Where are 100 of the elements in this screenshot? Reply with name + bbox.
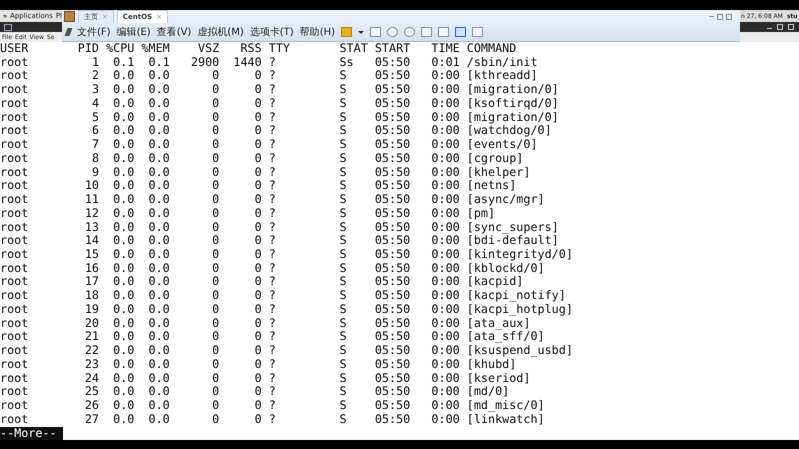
table-cell: 0 xyxy=(212,412,220,426)
table-cell: ? xyxy=(268,316,276,330)
table-cell: 1440 xyxy=(233,54,262,69)
column-header: PID xyxy=(78,41,100,55)
table-cell: 05:50 xyxy=(374,247,410,262)
table-cell: 0:00 xyxy=(431,288,460,302)
table-cell: 0 xyxy=(254,370,262,385)
table-cell: 0 xyxy=(254,123,262,138)
table-cell: 05:50 xyxy=(374,356,410,371)
table-cell: 0 xyxy=(212,137,220,152)
table-cell: 0 xyxy=(212,316,220,330)
table-cell: 6 xyxy=(92,123,100,138)
column-header: %MEM xyxy=(141,41,170,55)
table-cell: root xyxy=(0,356,28,371)
table-cell: 05:50 xyxy=(374,54,410,69)
table-cell: 25 xyxy=(84,384,100,398)
menu-item[interactable]: 帮助(H) xyxy=(300,25,336,39)
fullscreen-icon[interactable] xyxy=(455,27,466,37)
table-cell: 23 xyxy=(84,356,100,371)
table-cell: 0.0 xyxy=(113,288,134,302)
table-cell: 0 xyxy=(254,260,262,275)
table-cell: root xyxy=(0,274,28,288)
table-cell: 0 xyxy=(254,247,262,262)
table-cell: 16 xyxy=(84,260,100,275)
table-cell: root xyxy=(0,82,28,96)
table-cell: 0:00 xyxy=(431,192,460,206)
table-cell: S xyxy=(339,220,347,234)
table-cell: 0.0 xyxy=(113,274,134,288)
table-cell: 0:00 xyxy=(431,123,460,138)
table-cell: 0.0 xyxy=(148,178,170,192)
table-cell: ? xyxy=(268,398,276,412)
table-cell: 0.0 xyxy=(113,137,134,152)
window-icon[interactable] xyxy=(472,27,484,37)
table-cell: 3 xyxy=(92,82,100,96)
menu-item[interactable]: 选项卡(T) xyxy=(250,25,294,39)
table-cell: [khubd] xyxy=(466,356,516,371)
close-icon[interactable] xyxy=(788,24,794,30)
table-cell: 05:50 xyxy=(374,370,410,385)
table-cell: 0 xyxy=(212,274,220,288)
table-cell: root xyxy=(0,412,28,426)
table-cell: 0 xyxy=(212,247,220,262)
table-cell: 11 xyxy=(84,192,100,206)
table-cell: [ksuspend_usbd] xyxy=(466,343,573,358)
table-cell: 0.0 xyxy=(113,302,134,316)
table-cell: 05:50 xyxy=(374,150,410,165)
table-cell: 05:50 xyxy=(374,343,410,358)
table-cell: ? xyxy=(268,137,276,152)
window-icon[interactable] xyxy=(370,27,382,37)
table-cell: /sbin/init xyxy=(466,54,538,69)
table-cell: S xyxy=(339,343,347,358)
table-cell: root xyxy=(0,137,28,152)
table-cell: 0:00 xyxy=(431,110,460,124)
table-cell: 0.0 xyxy=(148,150,170,165)
table-cell: 0 xyxy=(254,302,262,316)
table-cell: 05:50 xyxy=(374,206,410,220)
table-cell: 0.0 xyxy=(113,260,134,275)
column-header: %CPU xyxy=(106,41,134,55)
menu-item[interactable]: 查看(V) xyxy=(156,25,192,39)
table-cell: 0.1 xyxy=(148,54,170,69)
table-cell: 22 xyxy=(84,343,100,358)
table-cell: 0.0 xyxy=(148,82,170,96)
table-cell: 0.0 xyxy=(113,356,134,371)
table-cell: 0:00 xyxy=(431,220,460,234)
window-icon[interactable] xyxy=(438,27,450,37)
table-cell: 0.0 xyxy=(148,288,170,302)
menu-item[interactable]: 虚拟机(M) xyxy=(197,25,244,39)
table-cell: 05:50 xyxy=(374,192,410,206)
table-cell: [linkwatch] xyxy=(466,412,545,426)
table-cell: ? xyxy=(268,356,276,371)
table-cell: 0 xyxy=(212,356,220,371)
table-cell: ? xyxy=(268,260,276,275)
table-cell: 0 xyxy=(254,220,262,234)
menu-item[interactable]: 编辑(E) xyxy=(116,25,151,39)
table-cell: 0 xyxy=(212,370,220,385)
table-cell: root xyxy=(0,110,28,124)
table-cell: root xyxy=(0,398,28,412)
table-cell: ? xyxy=(268,82,276,96)
table-cell: 0.0 xyxy=(148,260,170,275)
table-cell: [bdi-default] xyxy=(466,233,559,248)
menu-item[interactable]: 文件(F) xyxy=(77,25,111,39)
app-icon xyxy=(64,11,75,22)
table-cell: 0 xyxy=(212,68,220,82)
table-cell: 0 xyxy=(254,178,262,192)
table-cell: root xyxy=(0,329,28,344)
table-cell: 0.0 xyxy=(113,82,134,96)
maximize-icon[interactable] xyxy=(777,24,783,30)
table-cell: 0 xyxy=(212,110,220,124)
table-cell: root xyxy=(0,68,28,82)
table-cell: 0 xyxy=(254,192,262,206)
table-cell: S xyxy=(339,178,347,192)
column-header: STAT xyxy=(339,41,368,55)
caret-icon[interactable] xyxy=(358,30,364,34)
menu-bar-background xyxy=(740,32,799,42)
table-cell: 0:00 xyxy=(431,302,460,316)
table-cell: S xyxy=(339,82,347,96)
table-cell: 0.0 xyxy=(113,370,134,385)
table-cell: 0:00 xyxy=(431,343,460,358)
table-cell: 05:50 xyxy=(374,68,410,82)
window-icon[interactable] xyxy=(421,27,432,37)
table-cell: 0 xyxy=(212,398,220,412)
